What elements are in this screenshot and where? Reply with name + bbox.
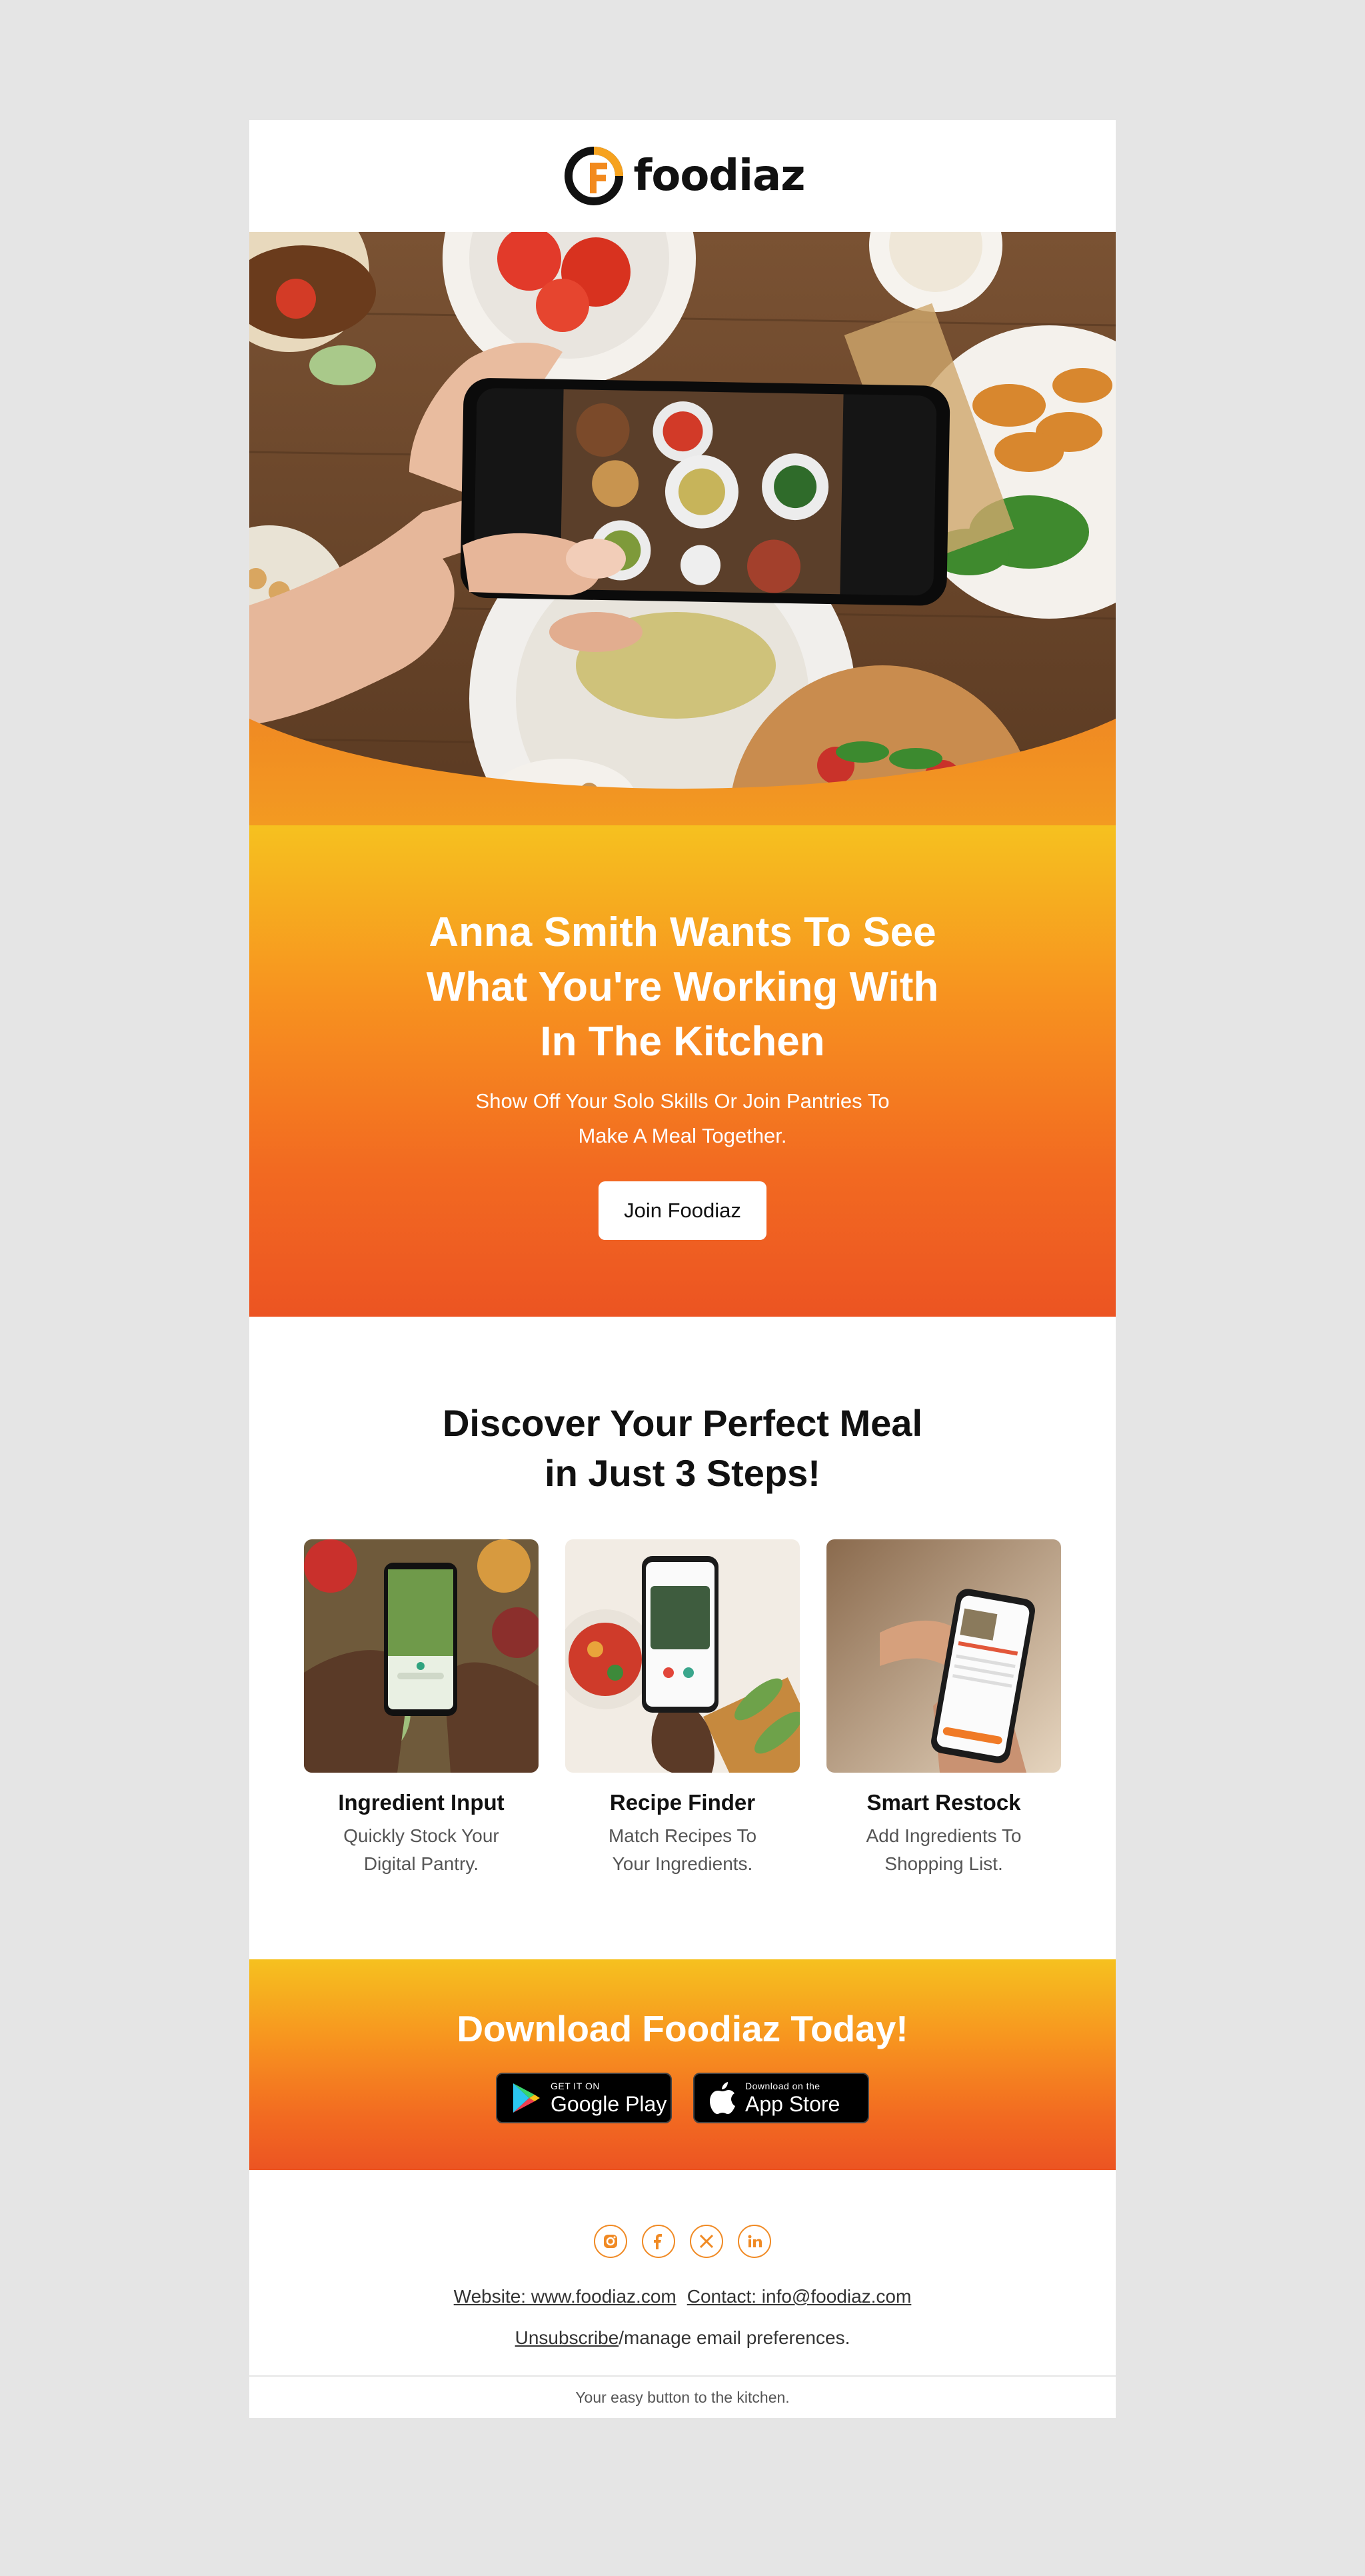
contact-link[interactable]: Contact: info@foodiaz.com — [687, 2286, 912, 2307]
app-store-big: App Store — [745, 2092, 840, 2116]
ingredient-input-image — [304, 1539, 539, 1773]
steps-heading: Discover Your Perfect Meal in Just 3 Ste… — [249, 1317, 1116, 1498]
instagram-icon[interactable] — [594, 2225, 627, 2258]
contact-links: Website: www.foodiaz.com Contact: info@fo… — [249, 2286, 1116, 2307]
steps-heading-line1: Discover Your Perfect Meal — [442, 1402, 922, 1444]
smart-restock-image — [826, 1539, 1061, 1773]
store-buttons: GET IT ON Google Play Download on the Ap… — [249, 2073, 1116, 2123]
social-links — [249, 2170, 1116, 2258]
website-link[interactable]: Website: www.foodiaz.com — [454, 2286, 677, 2307]
recipe-finder-title: Recipe Finder — [609, 1790, 756, 1815]
brand-logo[interactable]: foodiaz — [561, 143, 805, 209]
hero-orange-curve — [249, 719, 1116, 825]
ingredient-input-title: Ingredient Input — [338, 1790, 505, 1815]
intro-section: Anna Smith Wants To See What You're Work… — [249, 825, 1116, 1317]
email-footer: Website: www.foodiaz.com Contact: info@fo… — [249, 2170, 1116, 2418]
smart-restock-title: Smart Restock — [866, 1790, 1021, 1815]
steps-cards: Ingredient Input Quickly Stock Your Digi… — [249, 1539, 1116, 1878]
step-card-ingredient-input[interactable]: Ingredient Input Quickly Stock Your Digi… — [304, 1539, 539, 1878]
steps-heading-line2: in Just 3 Steps! — [545, 1452, 820, 1494]
brand-name: foodiaz — [633, 151, 806, 201]
manage-preferences: Unsubscribe/manage email preferences. — [249, 2327, 1116, 2349]
google-play-big: Google Play — [551, 2092, 667, 2116]
recipe-finder-desc: Match Recipes To Your Ingredients. — [608, 1825, 757, 1874]
email-header: foodiaz — [249, 120, 1116, 232]
google-play-small: GET IT ON — [551, 2081, 600, 2091]
join-foodiaz-button[interactable]: Join Foodiaz — [599, 1181, 766, 1240]
step-card-recipe-finder[interactable]: Recipe Finder Match Recipes To Your Ingr… — [565, 1539, 800, 1878]
x-icon[interactable] — [690, 2225, 723, 2258]
step-card-smart-restock[interactable]: Smart Restock Add Ingredients To Shoppin… — [826, 1539, 1061, 1878]
apple-icon — [710, 2082, 735, 2114]
intro-title: Anna Smith Wants To See What You're Work… — [426, 909, 939, 1065]
intro-subtitle: Show Off Your Solo Skills Or Join Pantri… — [475, 1089, 890, 1147]
app-store-button[interactable]: Download on the App Store — [693, 2073, 869, 2123]
email-container: foodiaz Anna Smith Wants To See What You… — [249, 120, 1116, 2418]
recipe-finder-image — [565, 1539, 800, 1773]
unsubscribe-link[interactable]: Unsubscribe — [515, 2327, 619, 2348]
app-store-small: Download on the — [745, 2081, 820, 2091]
download-heading: Download Foodiaz Today! — [457, 2008, 908, 2049]
smart-restock-desc: Add Ingredients To Shopping List. — [866, 1825, 1022, 1874]
logo-mark-icon — [564, 147, 623, 205]
ingredient-input-desc: Quickly Stock Your Digital Pantry. — [343, 1825, 499, 1874]
download-section: Download Foodiaz Today! GET IT ON Google… — [249, 1959, 1116, 2170]
linkedin-icon[interactable] — [738, 2225, 771, 2258]
footer-tagline: Your easy button to the kitchen. — [249, 2375, 1116, 2418]
google-play-button[interactable]: GET IT ON Google Play — [496, 2073, 672, 2123]
manage-preferences-text: /manage email preferences. — [619, 2327, 850, 2348]
facebook-icon[interactable] — [642, 2225, 675, 2258]
google-play-icon — [513, 2083, 540, 2113]
hero-image — [249, 232, 1116, 825]
steps-section: Discover Your Perfect Meal in Just 3 Ste… — [249, 1317, 1116, 1959]
